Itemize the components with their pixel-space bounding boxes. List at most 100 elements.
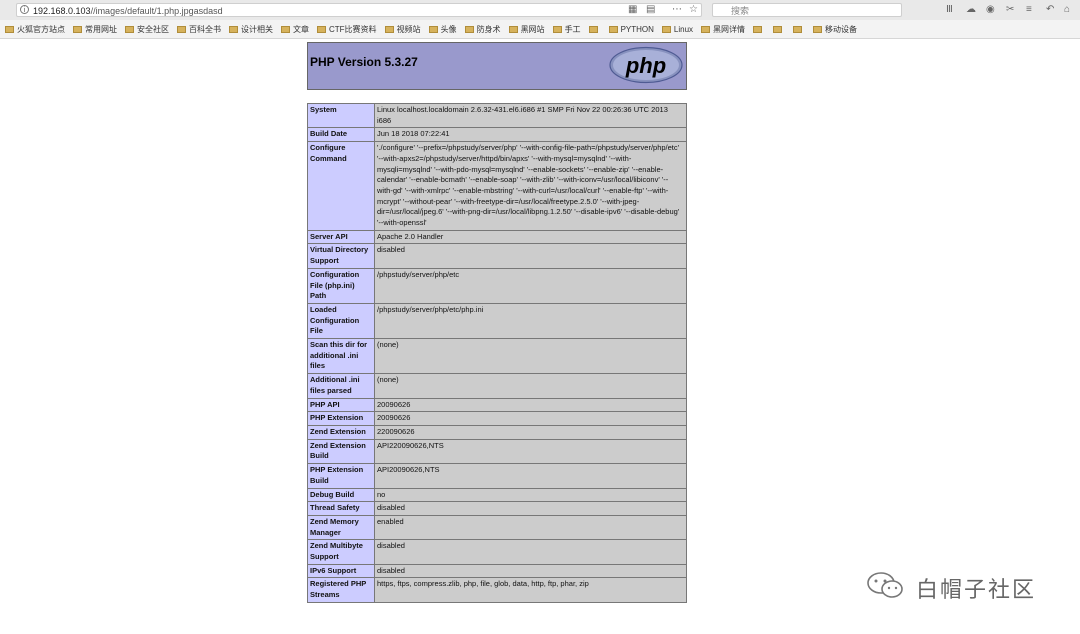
wechat-logo-icon <box>867 572 903 598</box>
bookmark-item[interactable]: 文章 <box>281 24 309 35</box>
bookmark-item[interactable]: 百科全书 <box>177 24 221 35</box>
row-value: disabled <box>374 243 687 269</box>
folder-icon <box>5 25 14 33</box>
bookmark-item[interactable]: PYTHON <box>608 24 654 34</box>
row-key: Build Date <box>307 127 375 143</box>
reader-view-icon[interactable]: ▤ <box>646 3 655 17</box>
site-info-icon[interactable]: i <box>20 5 29 14</box>
table-row: System Linux localhost.localdomain 2.6.32… <box>307 102 687 129</box>
row-value: no <box>374 487 687 503</box>
bookmark-label: 手工 <box>564 24 581 34</box>
bookmark-label: CTF比赛资料 <box>329 24 377 34</box>
row-value: disabled <box>374 501 687 516</box>
address-bar: 192.168.0.103//images/default/1.php.jpga… <box>0 0 1080 20</box>
folder-icon <box>753 25 763 33</box>
folder-icon <box>281 25 290 33</box>
watermark-text: 白帽子社区 <box>916 578 1037 603</box>
table-row: Build Date Jun 18 2018 07:22:41 <box>307 127 687 143</box>
folder-icon <box>428 25 438 33</box>
row-key: Zend Extension <box>307 424 375 440</box>
library-icon[interactable]: Ⅲ <box>946 3 953 17</box>
bookmark-item[interactable]: 防身术 <box>464 24 501 35</box>
folder-icon <box>229 25 238 33</box>
back-icon[interactable]: ↶ <box>1046 3 1054 17</box>
folder-icon <box>793 25 803 33</box>
bookmark-item[interactable] <box>753 25 765 33</box>
browser-chrome: 192.168.0.103//images/default/1.php.jpga… <box>0 0 1080 39</box>
sync-icon[interactable]: ☁ <box>966 3 976 17</box>
bookmark-item[interactable]: 黑网站 <box>508 24 545 35</box>
row-key: IPv6 Support <box>307 563 375 579</box>
bookmark-label: 视频站 <box>396 24 421 34</box>
row-key: Zend Extension Build <box>307 438 375 465</box>
url-field[interactable]: 192.168.0.103//images/default/1.php.jpga… <box>16 3 702 17</box>
table-row: Loaded Configuration File/phpstudy/serve… <box>307 302 687 340</box>
screenshot-icon[interactable]: ✂ <box>1006 3 1014 17</box>
bookmark-item[interactable]: Linux <box>661 25 693 34</box>
bookmark-label: 设计相关 <box>241 24 273 34</box>
bookmark-item[interactable]: 设计相关 <box>229 24 273 35</box>
bookmark-item[interactable] <box>773 25 785 33</box>
folder-icon <box>813 25 823 33</box>
menu-icon[interactable]: ≡ <box>1026 3 1032 17</box>
row-key: Registered PHP Streams <box>307 577 375 603</box>
table-row: Configuration File (php.ini) Path/phpstu… <box>307 267 687 304</box>
bookmark-label: 黑网站 <box>520 24 545 34</box>
bookmark-label: PYTHON <box>620 24 654 34</box>
table-row: Additional .ini files parsed (none) <box>307 373 687 399</box>
folder-icon <box>588 25 598 33</box>
row-value: disabled <box>374 563 687 579</box>
bookmark-star-icon[interactable]: ☆ <box>689 3 698 17</box>
row-value: (none) <box>374 373 687 399</box>
row-value: 20090626 <box>374 411 687 426</box>
extension-icon[interactable]: ◉ <box>986 3 995 17</box>
php-logo: php <box>609 46 683 84</box>
row-value: /phpstudy/server/php/etc/php.ini <box>374 302 687 340</box>
folder-icon <box>608 25 618 33</box>
row-key: Thread Safety <box>307 501 375 516</box>
table-row: Zend Extension Build API220090626,NTS <box>307 438 687 465</box>
row-value: (none) <box>374 338 687 375</box>
table-row: Zend Multibyte Support disabled <box>307 539 687 565</box>
bookmark-item[interactable]: CTF比赛资料 <box>317 24 377 35</box>
table-row: PHP Extension Build API20090626,NTS <box>307 463 687 489</box>
row-key: Zend Multibyte Support <box>307 539 375 565</box>
bookmark-item[interactable] <box>793 25 805 33</box>
php-info-table: System Linux localhost.localdomain 2.6.32… <box>307 102 687 603</box>
folder-icon <box>384 25 394 33</box>
row-key: PHP Extension Build <box>307 463 375 489</box>
row-key: PHP API <box>307 397 375 413</box>
home-icon[interactable]: ⌂ <box>1064 3 1070 17</box>
url-path: //images/default/1.php.jpgasdasd <box>90 6 223 16</box>
php-logo-text: php <box>625 53 666 78</box>
folder-icon <box>661 25 671 33</box>
row-value: 20090626 <box>374 397 687 413</box>
row-value: API220090626,NTS <box>374 438 687 465</box>
bookmark-item[interactable]: 火狐官方站点 <box>5 24 65 35</box>
folder-icon <box>177 25 186 33</box>
bookmark-label: 黑网详情 <box>713 24 746 34</box>
bookmark-item[interactable]: 常用网址 <box>73 24 117 35</box>
bookmark-item[interactable]: 视频站 <box>384 24 421 35</box>
bookmark-item[interactable]: 头像 <box>428 24 457 35</box>
table-row: Scan this dir for additional .ini files(… <box>307 338 687 375</box>
table-row: Debug Build no <box>307 487 687 503</box>
table-row: Server API Apache 2.0 Handler <box>307 229 687 245</box>
bookmark-item[interactable] <box>588 25 601 33</box>
bookmark-item[interactable]: 安全社区 <box>125 24 169 35</box>
bookmark-label: 防身术 <box>476 24 501 34</box>
bookmark-item[interactable]: 黑网详情 <box>701 24 745 35</box>
row-key: System <box>307 102 375 129</box>
folder-icon <box>508 25 518 33</box>
folder-icon <box>125 25 134 33</box>
row-value: Apache 2.0 Handler <box>374 229 687 245</box>
folder-icon <box>552 25 562 33</box>
bookmark-item[interactable]: 移动设备 <box>813 24 857 35</box>
more-icon[interactable]: ⋯ <box>672 3 682 17</box>
qr-code-icon[interactable]: ▦ <box>628 3 637 17</box>
bookmark-item[interactable]: 手工 <box>552 24 581 35</box>
row-key: Additional .ini files parsed <box>307 373 375 399</box>
table-row: Zend Memory Manager enabled <box>307 514 687 541</box>
search-input[interactable]: 搜索 <box>712 3 902 17</box>
bookmarks-bar: 火狐官方站点 常用网址 安全社区 百科全书 设计相关 文章 CTF比赛资料 视频站 头像 防身术 黑… <box>0 21 1080 37</box>
